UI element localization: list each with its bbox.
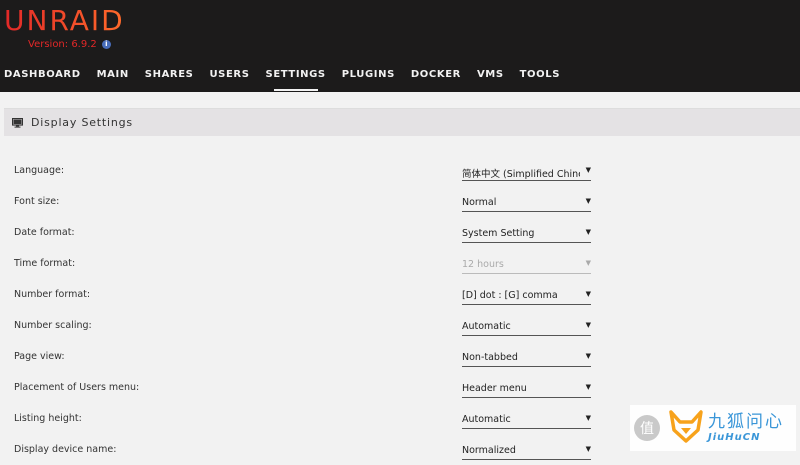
nav-tools[interactable]: TOOLS xyxy=(512,64,568,87)
dropdown-arrow-icon: ▼ xyxy=(585,228,591,236)
page-view-select[interactable]: Non-tabbed ▼ xyxy=(462,347,591,367)
number-format-select[interactable]: [D] dot : [G] comma ▼ xyxy=(462,285,591,305)
dropdown-arrow-icon: ▼ xyxy=(585,414,591,422)
setting-row-users-menu: Placement of Users menu: Header menu ▼ xyxy=(0,372,800,403)
setting-label: Date format: xyxy=(14,227,75,238)
watermark-cn: 九狐问心 xyxy=(708,412,784,432)
dropdown-arrow-icon: ▼ xyxy=(585,290,591,298)
dropdown-arrow-icon: ▼ xyxy=(585,166,591,174)
setting-label: Placement of Users menu: xyxy=(14,382,140,393)
setting-row-font-size: Font size: Normal ▼ xyxy=(0,186,800,217)
setting-row-date-format: Date format: System Setting ▼ xyxy=(0,217,800,248)
version-info: Version: 6.9.2 i xyxy=(28,39,111,50)
watermark: 值 九狐问心 JiuHuCN xyxy=(630,405,796,451)
nav-shares[interactable]: SHARES xyxy=(137,64,202,87)
dropdown-arrow-icon: ▼ xyxy=(585,383,591,391)
select-value: System Setting xyxy=(462,228,535,239)
nav-plugins[interactable]: PLUGINS xyxy=(334,64,403,87)
time-format-select: 12 hours ▼ xyxy=(462,254,591,274)
font-size-select[interactable]: Normal ▼ xyxy=(462,192,591,212)
watermark-en: JiuHuCN xyxy=(708,432,761,443)
nav-users[interactable]: USERS xyxy=(201,64,257,87)
setting-label: Listing height: xyxy=(14,413,82,424)
select-value: 简体中文 (Simplified Chinese) xyxy=(462,169,580,180)
setting-label: Number scaling: xyxy=(14,320,92,331)
dropdown-arrow-icon: ▼ xyxy=(585,445,591,453)
dropdown-arrow-icon: ▼ xyxy=(585,352,591,360)
dropdown-arrow-icon: ▼ xyxy=(585,321,591,329)
nav-dashboard[interactable]: DASHBOARD xyxy=(0,64,89,87)
number-scaling-select[interactable]: Automatic ▼ xyxy=(462,316,591,336)
watermark-text: 九狐问心 JiuHuCN xyxy=(708,412,784,444)
monitor-icon xyxy=(12,118,23,128)
select-value: Normal xyxy=(462,197,497,208)
setting-label: Page view: xyxy=(14,351,65,362)
date-format-select[interactable]: System Setting ▼ xyxy=(462,223,591,243)
setting-row-language: Language: 简体中文 (Simplified Chinese) ▼ xyxy=(0,155,800,186)
version-label: Version: 6.9.2 xyxy=(28,39,97,50)
fox-logo-icon xyxy=(668,408,704,448)
main-nav: DASHBOARD MAIN SHARES USERS SETTINGS PLU… xyxy=(0,64,568,92)
setting-label: Display device name: xyxy=(14,444,117,455)
setting-label: Language: xyxy=(14,165,65,176)
select-value: 12 hours xyxy=(462,259,504,270)
language-select[interactable]: 简体中文 (Simplified Chinese) ▼ xyxy=(462,161,591,181)
unraid-logo[interactable]: UNRAID xyxy=(4,3,125,39)
info-icon[interactable]: i xyxy=(101,40,111,49)
nav-settings[interactable]: SETTINGS xyxy=(258,64,334,91)
header-bar: UNRAID Version: 6.9.2 i DASHBOARD MAIN S… xyxy=(0,0,800,92)
select-value: Non-tabbed xyxy=(462,352,518,363)
listing-height-select[interactable]: Automatic ▼ xyxy=(462,409,591,429)
panel-title-bar: Display Settings xyxy=(4,108,800,136)
setting-row-number-scaling: Number scaling: Automatic ▼ xyxy=(0,310,800,341)
nav-vms[interactable]: VMS xyxy=(469,64,512,87)
dropdown-arrow-icon: ▼ xyxy=(585,259,591,267)
panel-title: Display Settings xyxy=(31,116,133,129)
select-value: Automatic xyxy=(462,414,511,425)
nav-docker[interactable]: DOCKER xyxy=(403,64,469,87)
dropdown-arrow-icon: ▼ xyxy=(585,197,591,205)
setting-row-number-format: Number format: [D] dot : [G] comma ▼ xyxy=(0,279,800,310)
setting-label: Font size: xyxy=(14,196,60,207)
device-name-select[interactable]: Normalized ▼ xyxy=(462,440,591,460)
nav-main[interactable]: MAIN xyxy=(89,64,137,87)
users-menu-placement-select[interactable]: Header menu ▼ xyxy=(462,378,591,398)
select-value: [D] dot : [G] comma xyxy=(462,290,558,301)
setting-label: Time format: xyxy=(14,258,76,269)
setting-row-time-format: Time format: 12 hours ▼ xyxy=(0,248,800,279)
watermark-badge: 值 xyxy=(634,415,660,441)
setting-row-page-view: Page view: Non-tabbed ▼ xyxy=(0,341,800,372)
select-value: Automatic xyxy=(462,321,511,332)
setting-label: Number format: xyxy=(14,289,91,300)
select-value: Header menu xyxy=(462,383,527,394)
